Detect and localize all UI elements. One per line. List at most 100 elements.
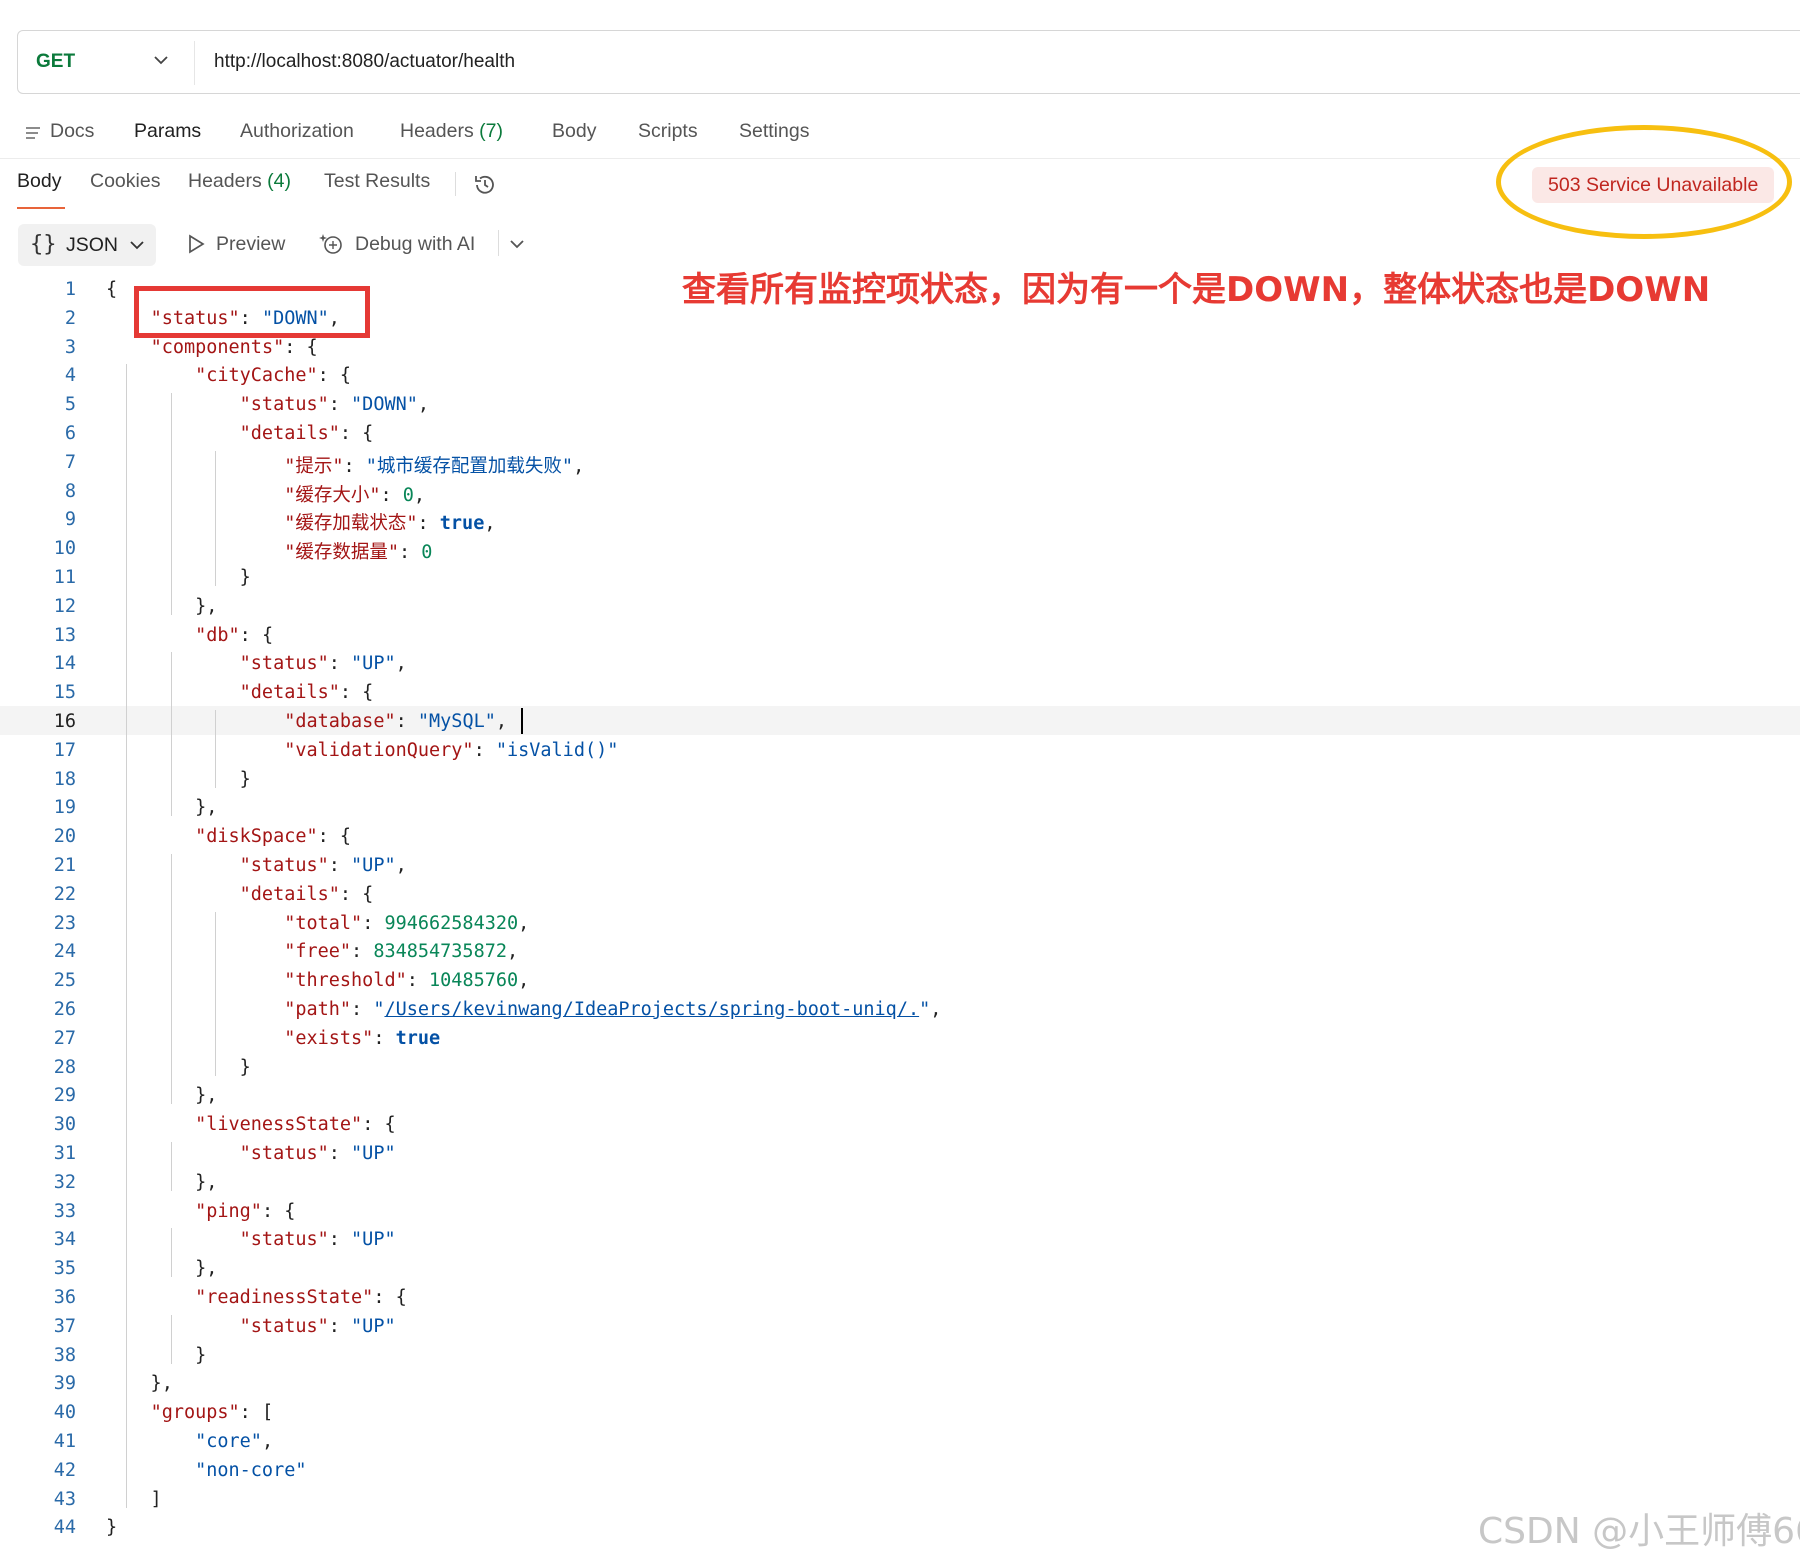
line-number: 42 <box>53 1459 76 1481</box>
active-tab-indicator <box>17 207 65 209</box>
json-punct: , <box>506 941 519 963</box>
code-line: 40 "groups": [ <box>0 1397 1800 1426</box>
url-bar: GET http://localhost:8080/actuator/healt… <box>17 30 1800 94</box>
json-punct: , <box>518 970 530 992</box>
chevron-down-icon[interactable] <box>503 230 531 258</box>
code-line: 29 }, <box>0 1080 1800 1109</box>
code-text: "threshold": 10485760, <box>106 970 529 991</box>
json-punct: }, <box>106 1085 218 1107</box>
json-value: 10485760 <box>429 970 519 992</box>
highlight-ellipse <box>1496 125 1792 239</box>
braces-icon: {} <box>30 232 57 257</box>
code-text: }, <box>106 1085 217 1106</box>
line-number: 36 <box>53 1287 76 1308</box>
json-punct: : { <box>317 826 352 848</box>
json-punct: }, <box>106 1258 218 1280</box>
method-select[interactable]: GET <box>36 51 75 73</box>
json-punct <box>106 625 195 646</box>
code-line: 17 "validationQuery": "isValid()" <box>0 735 1800 764</box>
chevron-down-icon[interactable] <box>150 49 172 71</box>
json-key: "status" <box>239 653 329 675</box>
json-punct: , <box>573 455 585 477</box>
json-key: "diskSpace" <box>195 826 318 848</box>
ai-debug-icon <box>319 234 342 254</box>
line-number: 38 <box>53 1344 76 1366</box>
code-line: 25 "threshold": 10485760, <box>0 965 1800 994</box>
line-number: 9 <box>64 509 76 531</box>
code-text: "status": "UP" <box>106 1316 396 1337</box>
code-line: 19 }, <box>0 792 1800 821</box>
json-value: "UP" <box>351 1315 396 1337</box>
code-text: }, <box>106 596 217 617</box>
tab-authorization[interactable]: Authorization <box>240 120 354 143</box>
json-punct: } <box>106 567 251 588</box>
json-punct <box>106 711 284 732</box>
json-punct <box>106 1460 195 1481</box>
tab-cookies[interactable]: Cookies <box>90 170 160 193</box>
tab-body[interactable]: Body <box>552 120 596 143</box>
code-text: "free": 834854735872, <box>106 941 518 962</box>
code-text: "database": "MySQL", <box>106 711 507 732</box>
json-value: /Users/kevinwang/IdeaProjects/spring-boo… <box>384 999 920 1020</box>
tab-docs[interactable]: Docs <box>50 120 94 143</box>
url-input[interactable]: http://localhost:8080/actuator/health <box>214 51 515 73</box>
json-punct <box>106 485 284 506</box>
json-punct <box>106 1431 195 1452</box>
json-punct: : <box>362 912 385 934</box>
indent-guide <box>215 911 217 1076</box>
tab-settings[interactable]: Settings <box>739 120 809 143</box>
json-value: "UP" <box>351 1229 396 1251</box>
watermark: CSDN @小王师傅66 <box>1478 1511 1800 1552</box>
json-punct: : <box>351 999 374 1020</box>
code-text: } <box>106 1345 206 1366</box>
line-number: 39 <box>53 1373 76 1395</box>
json-punct <box>106 941 284 962</box>
format-select[interactable]: {} JSON <box>18 224 156 266</box>
json-punct: }, <box>106 1373 173 1395</box>
preview-button[interactable]: Preview <box>216 233 285 256</box>
json-punct: : { <box>284 336 318 358</box>
code-text: }, <box>106 1258 217 1279</box>
indent-guide <box>126 1430 128 1508</box>
json-punct <box>106 337 151 358</box>
code-line: 10 "缓存数据量": 0 <box>0 533 1800 564</box>
json-key: "database" <box>284 711 396 732</box>
tab-response-headers[interactable]: Headers (4) <box>188 170 291 193</box>
json-punct: , <box>395 653 407 675</box>
headers-count: (7) <box>479 120 503 142</box>
json-value: 834854735872 <box>373 941 507 963</box>
json-punct: : <box>328 653 352 675</box>
play-icon <box>189 234 205 254</box>
json-punct: : <box>406 970 430 992</box>
highlight-box <box>134 286 370 338</box>
json-punct: : <box>399 542 422 564</box>
json-punct: : <box>343 455 366 477</box>
code-line: 9 "缓存加载状态": true, <box>0 504 1800 535</box>
json-punct: ] <box>106 1488 162 1510</box>
json-punct <box>106 542 284 563</box>
code-text: "status": "UP" <box>106 1143 396 1164</box>
json-punct: { <box>106 279 118 300</box>
json-key: "db" <box>195 624 240 646</box>
debug-with-ai-button[interactable]: Debug with AI <box>355 233 475 256</box>
code-text: "status": "UP", <box>106 855 407 876</box>
history-icon[interactable] <box>472 172 498 198</box>
line-number: 12 <box>53 595 76 617</box>
line-number: 5 <box>64 394 76 416</box>
code-text: "core", <box>106 1431 273 1452</box>
json-punct: : { <box>339 883 374 905</box>
code-text: "details": { <box>106 423 374 444</box>
code-text: "total": 994662584320, <box>106 913 529 934</box>
json-value: "MySQL" <box>417 711 496 732</box>
code-line: 34 "status": "UP" <box>0 1224 1800 1253</box>
code-line: 36 "readinessState": { <box>0 1282 1800 1311</box>
json-punct: , <box>484 513 496 535</box>
line-number: 10 <box>53 538 76 560</box>
json-punct: }, <box>106 797 218 819</box>
tab-scripts[interactable]: Scripts <box>638 120 698 143</box>
code-text: "diskSpace": { <box>106 826 351 847</box>
tab-params[interactable]: Params <box>134 120 201 143</box>
tab-test-results[interactable]: Test Results <box>324 170 430 193</box>
tab-response-body[interactable]: Body <box>17 170 61 193</box>
tab-headers[interactable]: Headers (7) <box>400 120 503 143</box>
